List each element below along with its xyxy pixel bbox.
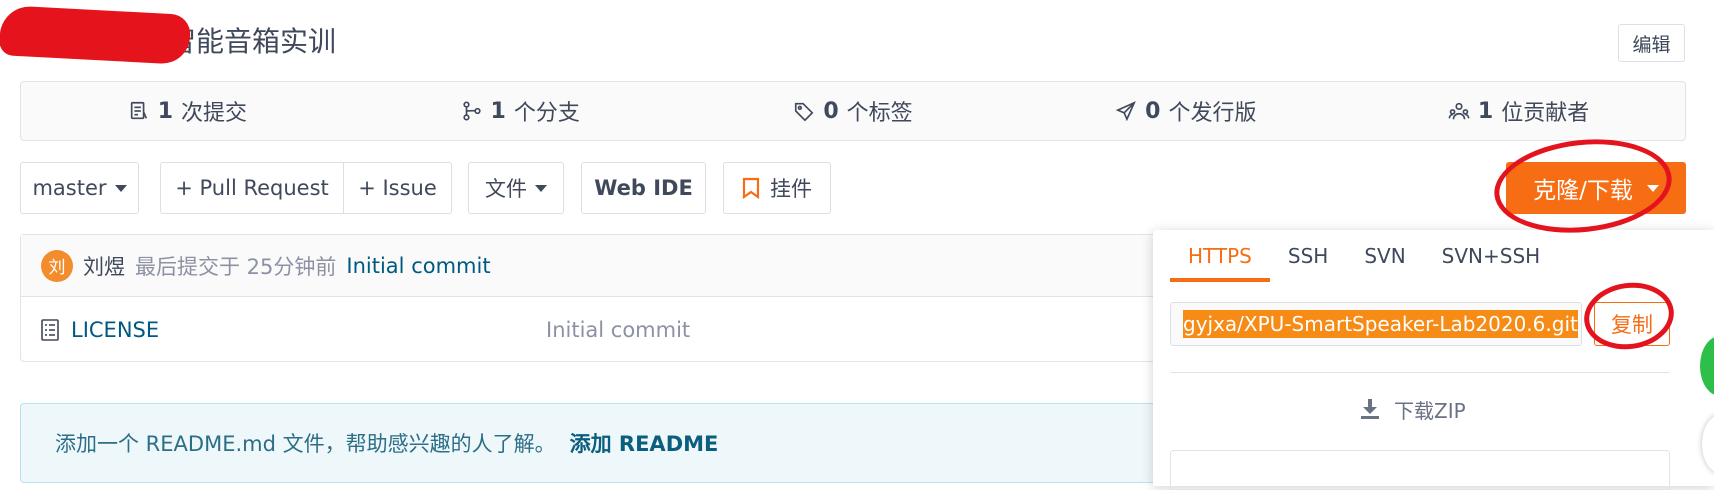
clone-url-field[interactable]: gyjxa/XPU-SmartSpeaker-Lab2020.6.git (1170, 302, 1582, 346)
tag-icon (795, 102, 814, 122)
widget-button[interactable]: 挂件 (723, 162, 831, 214)
files-dropdown[interactable]: 文件 (468, 162, 564, 214)
file-icon (41, 318, 59, 341)
tab-svn-ssh[interactable]: SVN+SSH (1424, 238, 1559, 282)
file-row[interactable]: LICENSE Initial commit (21, 298, 1189, 361)
web-ide-button[interactable]: Web IDE (581, 162, 706, 214)
download-icon (1361, 399, 1379, 419)
tab-ssh[interactable]: SSH (1270, 238, 1346, 282)
stat-releases[interactable]: 0 个发行版 (1019, 95, 1352, 127)
tab-https[interactable]: HTTPS (1170, 238, 1270, 282)
download-zip-label: 下载ZIP (1394, 398, 1466, 423)
stat-tags[interactable]: 0 个标签 (687, 95, 1020, 127)
stat-branches-count: 1 (490, 98, 506, 124)
stat-contributors-label: 位贡献者 (1501, 101, 1590, 126)
commit-icon (130, 101, 147, 120)
bookmark-icon (742, 177, 760, 199)
repo-stats-bar: 1 次提交 1 个分支 0 个标签 0 个发行版 1 位贡献者 (20, 81, 1686, 141)
commit-message-link[interactable]: Initial commit (346, 254, 490, 278)
stat-commits-count: 1 (157, 98, 174, 124)
release-icon (1115, 101, 1137, 122)
chevron-down-icon (535, 184, 547, 192)
branch-select[interactable]: master (20, 162, 139, 214)
widget-button-label: 挂件 (770, 177, 812, 201)
add-readme-link[interactable]: 添加 README (570, 428, 719, 458)
panel-divider (1170, 372, 1670, 373)
stat-branches-label: 个分支 (513, 101, 580, 126)
branch-icon (462, 101, 481, 121)
readme-notice-text: 添加一个 README.md 文件，帮助感兴趣的人了解。 (55, 432, 556, 456)
file-name-link[interactable]: LICENSE (71, 318, 546, 342)
stat-contributors[interactable]: 1 位贡献者 (1352, 95, 1685, 127)
stat-branches[interactable]: 1 个分支 (354, 95, 687, 127)
stat-tags-label: 个标签 (846, 101, 913, 126)
branch-select-label: master (32, 176, 107, 200)
redaction-mark (0, 5, 192, 65)
stat-releases-label: 个发行版 (1168, 101, 1257, 126)
stat-tags-count: 0 (823, 98, 839, 124)
stat-releases-count: 0 (1145, 98, 1161, 124)
commit-author[interactable]: 刘煜 (83, 251, 125, 281)
latest-commit-bar: 刘 刘煜 最后提交于 25分钟前 Initial commit (21, 235, 1189, 297)
stat-commits[interactable]: 1 次提交 (21, 95, 354, 127)
clone-panel-lower-box (1170, 450, 1670, 490)
commit-time: 最后提交于 25分钟前 (135, 254, 337, 279)
file-commit-message[interactable]: Initial commit (546, 318, 690, 342)
clone-url-text: gyjxa/XPU-SmartSpeaker-Lab2020.6.git (1183, 310, 1578, 338)
annotation-circle-clone (1489, 130, 1677, 242)
stat-commits-label: 次提交 (181, 101, 248, 126)
chevron-down-icon (114, 184, 127, 192)
download-zip-link[interactable]: 下载ZIP (1360, 392, 1466, 426)
clone-protocol-tabs: HTTPS SSH SVN SVN+SSH (1170, 238, 1670, 282)
files-dropdown-label: 文件 (485, 177, 527, 201)
contributors-icon (1448, 102, 1470, 120)
avatar[interactable]: 刘 (41, 249, 73, 282)
readme-notice: 添加一个 README.md 文件，帮助感兴趣的人了解。 添加 README (20, 403, 1190, 483)
tab-svn[interactable]: SVN (1346, 238, 1423, 282)
stat-contributors-count: 1 (1477, 98, 1494, 124)
edit-button[interactable]: 编辑 (1618, 24, 1685, 62)
issue-button[interactable]: + Issue (343, 162, 452, 214)
pull-request-button[interactable]: + Pull Request (160, 162, 344, 214)
